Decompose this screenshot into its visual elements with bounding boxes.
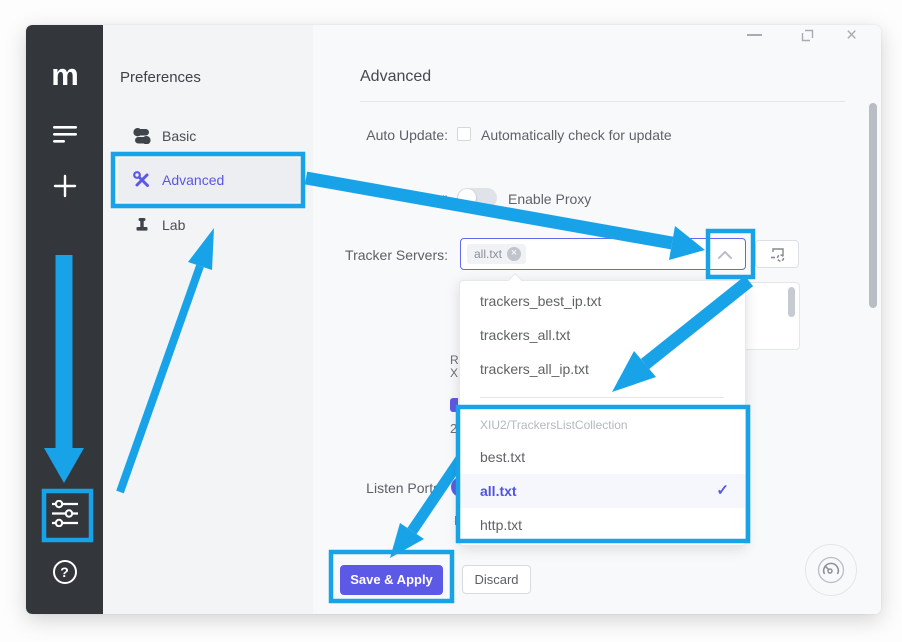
dropdown-item[interactable]: trackers_all_ip.txt bbox=[460, 352, 745, 386]
speed-limit-button[interactable] bbox=[805, 544, 857, 596]
page-title: Advanced bbox=[360, 68, 431, 86]
listen-ports-label: Listen Ports: bbox=[222, 480, 444, 496]
dropdown-item-selected[interactable]: all.txt ✓ bbox=[460, 474, 745, 508]
task-list-icon[interactable] bbox=[26, 125, 103, 143]
preferences-icon[interactable] bbox=[26, 500, 103, 527]
app-window: m ? Preferences bbox=[26, 25, 881, 614]
save-apply-button[interactable]: Save & Apply bbox=[340, 565, 443, 595]
help-glyph: ? bbox=[53, 560, 77, 584]
textarea-scrollbar[interactable] bbox=[788, 287, 795, 317]
chevron-up-icon[interactable] bbox=[717, 248, 733, 266]
proxy-toggle-label: Enable Proxy bbox=[508, 191, 591, 207]
tracker-servers-label: Tracker Servers: bbox=[226, 247, 448, 263]
tag-close-icon[interactable]: × bbox=[507, 247, 521, 261]
sync-icon bbox=[769, 247, 786, 262]
app-logo: m bbox=[26, 59, 103, 90]
close-button[interactable]: × bbox=[846, 25, 857, 47]
speedometer-icon bbox=[817, 556, 845, 584]
sidebar-item-label: Advanced bbox=[162, 172, 224, 188]
basic-toggles-icon bbox=[133, 127, 151, 145]
auto-update-checkbox-label: Automatically check for update bbox=[481, 127, 672, 143]
occluded-text-fragment: 2 bbox=[450, 421, 457, 436]
help-icon[interactable]: ? bbox=[26, 560, 103, 584]
sidebar-item-basic[interactable]: Basic bbox=[133, 121, 196, 151]
restore-button[interactable] bbox=[801, 29, 814, 47]
selected-tag: all.txt × bbox=[467, 244, 526, 264]
tools-icon bbox=[133, 171, 151, 189]
preferences-title: Preferences bbox=[120, 69, 201, 86]
lab-stamp-icon bbox=[133, 216, 151, 234]
sync-trackers-button[interactable] bbox=[755, 240, 799, 268]
occluded-checked-checkbox bbox=[450, 398, 458, 412]
tag-label: all.txt bbox=[474, 247, 502, 261]
main-scrollbar[interactable] bbox=[869, 103, 877, 308]
tracker-servers-select[interactable]: all.txt × bbox=[460, 238, 746, 270]
toggle-knob bbox=[458, 189, 476, 207]
preferences-panel bbox=[103, 25, 313, 614]
tracker-sources-dropdown: trackers_best_ip.txt trackers_all.txt tr… bbox=[459, 280, 746, 546]
occluded-text-fragment: R bbox=[450, 353, 459, 367]
nav-sidebar: m ? bbox=[26, 25, 103, 614]
dropdown-group-label: XIU2/TrackersListCollection bbox=[460, 415, 745, 435]
discard-button[interactable]: Discard bbox=[462, 565, 531, 594]
dropdown-item[interactable]: trackers_best_ip.txt bbox=[460, 284, 745, 318]
sidebar-item-label: Basic bbox=[162, 128, 196, 144]
screenshot-root: { "titlebar": { "minimize_icon": "minimi… bbox=[0, 0, 902, 642]
occluded-text-fragment: X bbox=[450, 366, 458, 380]
auto-update-checkbox[interactable] bbox=[457, 127, 471, 141]
dropdown-item[interactable]: http.txt bbox=[460, 508, 745, 542]
proxy-toggle[interactable] bbox=[457, 188, 497, 208]
dropdown-item[interactable]: best.txt bbox=[460, 440, 745, 474]
title-divider bbox=[360, 101, 845, 102]
proxy-label: Proxy: bbox=[226, 190, 448, 206]
dropdown-divider bbox=[480, 397, 724, 398]
auto-update-label: Auto Update: bbox=[226, 127, 448, 143]
dropdown-item[interactable]: trackers_all.txt bbox=[460, 318, 745, 352]
minimize-button[interactable] bbox=[747, 34, 762, 36]
sidebar-item-lab[interactable]: Lab bbox=[133, 210, 185, 240]
sidebar-item-label: Lab bbox=[162, 217, 185, 233]
check-icon: ✓ bbox=[716, 474, 729, 508]
add-task-icon[interactable] bbox=[26, 173, 103, 199]
